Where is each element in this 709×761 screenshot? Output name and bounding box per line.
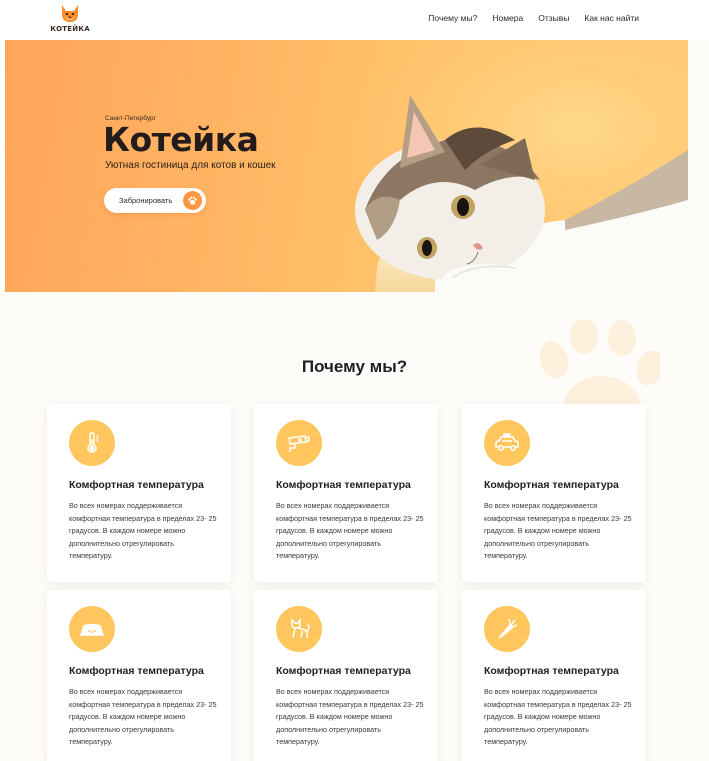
- card-text: Во всех номерах поддерживается комфортна…: [484, 687, 632, 747]
- why-us-title: Почему мы?: [301, 357, 408, 376]
- feature-card: Комфортная температура Во всех номерах п…: [462, 590, 646, 761]
- card-title: Комфортная температура: [69, 665, 204, 677]
- hero-title: Котейка: [103, 120, 259, 159]
- card-text: Во всех номерах поддерживается комфортна…: [69, 501, 217, 561]
- card-text: Во всех номерах поддерживается комфортна…: [276, 501, 424, 561]
- main-nav: Почему мы? Номера Отзывы Как нас найти: [428, 13, 639, 23]
- nav-link-reviews[interactable]: Отзывы: [538, 13, 569, 23]
- logo-text: КОТЕЙКА: [50, 25, 90, 33]
- card-title: Комфортная температура: [276, 479, 411, 491]
- card-text: Во всех номерах поддерживается комфортна…: [484, 501, 632, 561]
- feature-card: Комфортная температура Во всех номерах п…: [254, 404, 438, 582]
- site-header: КОТЕЙКА Почему мы? Номера Отзывы Как нас…: [0, 0, 709, 40]
- feature-card: Комфортная температура Во всех номерах п…: [47, 590, 231, 761]
- logo[interactable]: КОТЕЙКА: [50, 4, 90, 36]
- nav-link-why-us[interactable]: Почему мы?: [428, 13, 477, 23]
- card-title: Комфортная температура: [69, 479, 204, 491]
- camera-icon: [276, 420, 322, 466]
- fox-cat-logo-icon: [62, 5, 78, 22]
- card-title: Комфортная температура: [484, 479, 619, 491]
- taxi-icon: [484, 420, 530, 466]
- feature-card: Комфортная температура Во всех номерах п…: [462, 404, 646, 582]
- carrot-toy-icon: [484, 606, 530, 652]
- book-button[interactable]: Забронировать: [104, 188, 206, 213]
- hero-subtitle: Уютная гостиница для котов и кошек: [105, 160, 276, 171]
- card-title: Комфортная температура: [276, 665, 411, 677]
- card-title: Комфортная температура: [484, 665, 619, 677]
- hero-banner: Санкт-Петербург Котейка Уютная гостиница…: [5, 40, 688, 292]
- feature-card: Комфортная температура Во всех номерах п…: [254, 590, 438, 761]
- book-button-label: Забронировать: [119, 196, 173, 205]
- paw-icon: [183, 191, 202, 210]
- card-text: Во всех номерах поддерживается комфортна…: [69, 687, 217, 747]
- nav-link-rooms[interactable]: Номера: [492, 13, 523, 23]
- nav-link-location[interactable]: Как нас найти: [584, 13, 639, 23]
- feature-card: Комфортная температура Во всех номерах п…: [47, 404, 231, 582]
- cat-icon: [276, 606, 322, 652]
- food-bowl-icon: [69, 606, 115, 652]
- card-text: Во всех номерах поддерживается комфортна…: [276, 687, 424, 747]
- thermometer-icon: [69, 420, 115, 466]
